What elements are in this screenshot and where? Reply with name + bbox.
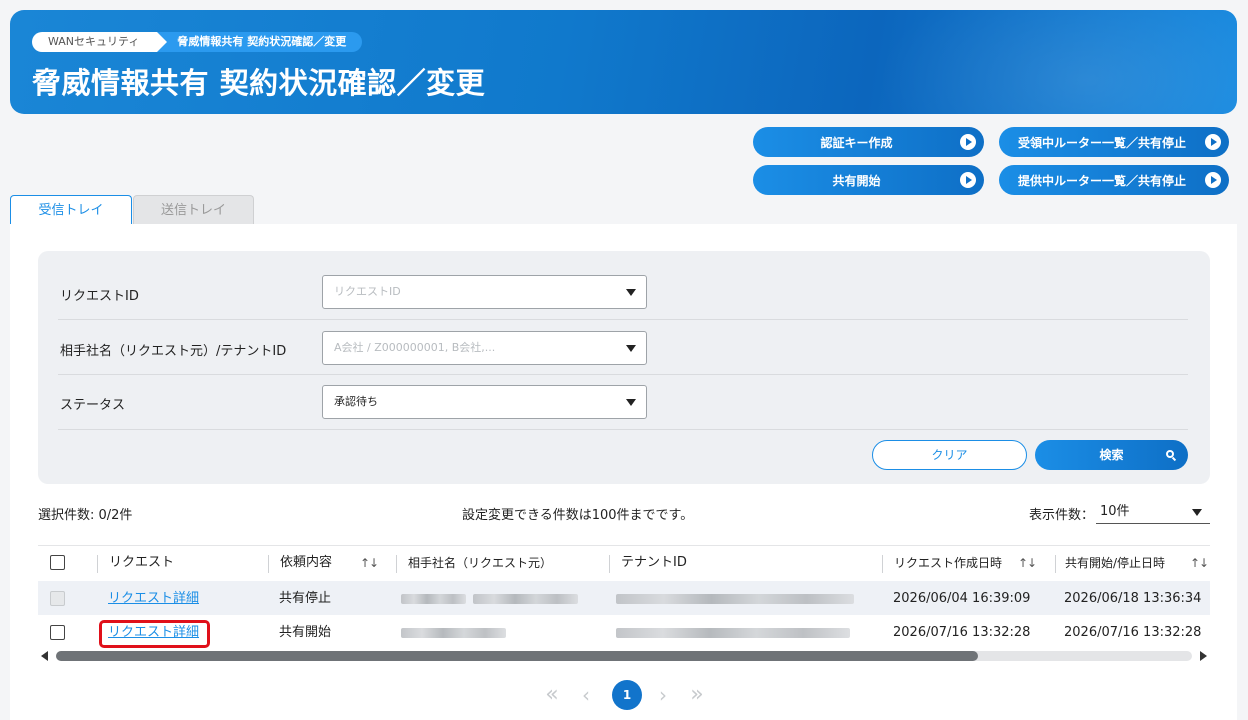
- table-header: リクエスト 依頼内容 ↑↓ 相手社名（リクエスト元） テナントID リクエスト作…: [38, 545, 1210, 581]
- play-circle-icon: [1205, 134, 1221, 150]
- status-value: 承認待ち: [334, 395, 378, 408]
- page-number-current[interactable]: 1: [612, 680, 642, 710]
- column-divider: [1055, 555, 1056, 573]
- caret-down-icon: [626, 399, 636, 406]
- search-icon: [1166, 450, 1174, 458]
- redacted-tenant-id: [616, 628, 850, 638]
- column-header-share-date: 共有開始/停止日時: [1065, 556, 1166, 570]
- status-label: ステータス: [60, 398, 126, 413]
- sort-share-date-icon[interactable]: ↑↓: [1190, 546, 1209, 580]
- caret-down-icon: [626, 345, 636, 352]
- page-header-banner: WANセキュリティ 脅威情報共有 契約状況確認／変更 脅威情報共有 契約状況確認…: [10, 10, 1237, 114]
- breadcrumb: WANセキュリティ 脅威情報共有 契約状況確認／変更: [32, 32, 363, 52]
- receiving-routers-button[interactable]: 受領中ルーター一覧／共有停止: [999, 127, 1229, 157]
- per-page-value: 10件: [1100, 504, 1130, 519]
- column-header-content: 依頼内容: [280, 555, 333, 570]
- column-header-tenant: テナントID: [621, 555, 687, 570]
- redacted-partner-name: [473, 594, 578, 604]
- search-button-label: 検索: [1099, 448, 1124, 462]
- page-title: 脅威情報共有 契約状況確認／変更: [32, 66, 486, 100]
- first-page-icon[interactable]: «: [540, 681, 564, 709]
- select-all-checkbox[interactable]: [50, 555, 65, 570]
- request-content: 共有停止: [279, 591, 332, 606]
- column-divider: [268, 555, 269, 573]
- create-auth-key-button[interactable]: 認証キー作成: [753, 127, 984, 157]
- breadcrumb-current: 脅威情報共有 契約状況確認／変更: [157, 32, 363, 52]
- last-page-icon[interactable]: »: [685, 681, 709, 709]
- redacted-tenant-id: [616, 594, 854, 604]
- column-divider: [609, 555, 610, 573]
- play-circle-icon: [960, 172, 976, 188]
- tab-inbox[interactable]: 受信トレイ: [10, 195, 132, 224]
- caret-down-icon: [1192, 509, 1202, 516]
- start-sharing-label: 共有開始: [832, 173, 881, 188]
- column-header-partner: 相手社名（リクエスト元）: [408, 556, 553, 570]
- scroll-right-icon[interactable]: [1200, 651, 1207, 661]
- next-page-icon[interactable]: ›: [655, 681, 671, 709]
- receiving-routers-label: 受領中ルーター一覧／共有停止: [1017, 135, 1186, 150]
- created-datetime: 2026/06/04 16:39:09: [893, 591, 1031, 606]
- caret-down-icon: [626, 289, 636, 296]
- breadcrumb-home[interactable]: WANセキュリティ: [32, 32, 168, 52]
- share-datetime: 2026/07/16 13:32:28: [1064, 625, 1202, 640]
- per-page-select[interactable]: 10件: [1096, 502, 1210, 524]
- redacted-partner-name: [401, 628, 506, 638]
- table-row: リクエスト詳細 共有停止 2026/06/04 16:39:09 2026/06…: [38, 581, 1210, 616]
- share-datetime: 2026/06/18 13:36:34: [1064, 591, 1202, 606]
- start-sharing-button[interactable]: 共有開始: [753, 165, 984, 195]
- per-page-label: 表示件数：: [1029, 508, 1095, 523]
- sort-content-icon[interactable]: ↑↓: [360, 546, 379, 580]
- prev-page-icon[interactable]: ‹: [578, 681, 594, 709]
- create-auth-key-label: 認証キー作成: [820, 135, 893, 150]
- request-content: 共有開始: [279, 625, 332, 640]
- scroll-left-icon[interactable]: [41, 651, 48, 661]
- limit-note: 設定変更できる件数は100件までです。: [462, 508, 694, 523]
- request-id-label: リクエストID: [60, 289, 139, 304]
- scrollbar-thumb[interactable]: [56, 651, 978, 661]
- request-detail-link[interactable]: リクエスト詳細: [108, 581, 199, 616]
- column-header-created: リクエスト作成日時: [894, 556, 1003, 570]
- partner-placeholder: A会社 / Z000000001, B会社,...: [334, 341, 496, 354]
- providing-routers-button[interactable]: 提供中ルーター一覧／共有停止: [999, 165, 1229, 195]
- created-datetime: 2026/07/16 13:32:28: [893, 625, 1031, 640]
- search-button[interactable]: 検索: [1035, 440, 1188, 470]
- highlight-box: [99, 620, 210, 648]
- status-select[interactable]: 承認待ち: [322, 385, 647, 419]
- column-divider: [882, 555, 883, 573]
- request-id-placeholder: リクエストID: [334, 285, 401, 298]
- column-divider: [396, 555, 397, 573]
- column-header-request: リクエスト: [109, 555, 175, 570]
- horizontal-scrollbar[interactable]: [38, 648, 1210, 664]
- sort-created-icon[interactable]: ↑↓: [1018, 546, 1037, 580]
- tab-outbox[interactable]: 送信トレイ: [133, 195, 254, 224]
- partner-label: 相手社名（リクエスト元）/テナントID: [60, 344, 287, 359]
- column-divider: [97, 555, 98, 573]
- request-id-select[interactable]: リクエストID: [322, 275, 647, 309]
- clear-button[interactable]: クリア: [872, 440, 1027, 470]
- providing-routers-label: 提供中ルーター一覧／共有停止: [1017, 173, 1186, 188]
- table-row: リクエスト詳細 共有開始 2026/07/16 13:32:28 2026/07…: [38, 615, 1210, 650]
- play-circle-icon: [1205, 172, 1221, 188]
- selected-count: 選択件数: 0/2件: [38, 508, 133, 523]
- redacted-partner-name: [401, 594, 466, 604]
- play-circle-icon: [960, 134, 976, 150]
- partner-select[interactable]: A会社 / Z000000001, B会社,...: [322, 331, 647, 365]
- row-checkbox[interactable]: [50, 625, 65, 640]
- row-checkbox: [50, 591, 65, 606]
